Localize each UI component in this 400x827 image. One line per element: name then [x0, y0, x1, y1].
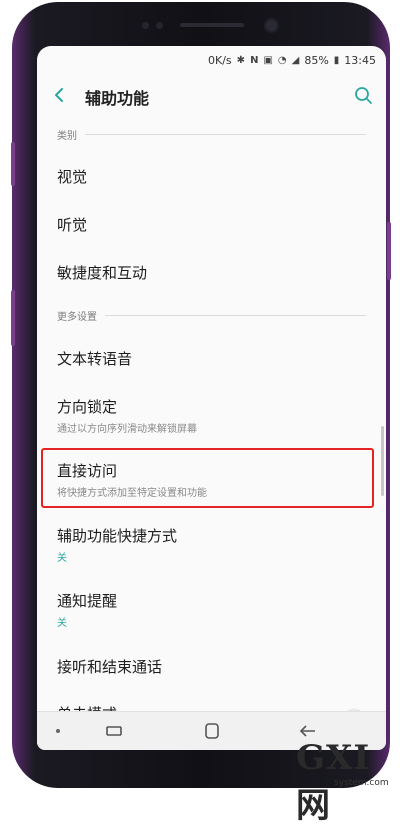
list-item-label: 方向锁定 — [57, 398, 118, 416]
list-item-status: 关 — [57, 553, 67, 564]
list-item-answer-end-calls[interactable]: 接听和结束通话 — [37, 656, 386, 700]
scrollbar[interactable] — [381, 426, 384, 496]
network-speed: 0K/s — [208, 53, 232, 67]
highlight-box — [41, 448, 374, 508]
list-item-direction-lock[interactable]: 方向锁定 通过以方向序列滑动来解锁屏幕 — [37, 396, 386, 446]
signal-icon: ◢ — [291, 54, 300, 66]
nfc-icon: N — [250, 54, 259, 66]
list-item-status: 关 — [57, 618, 67, 629]
list-item-label: 辅助功能快捷方式 — [57, 527, 178, 545]
divider — [105, 314, 366, 316]
list-item-vision[interactable]: 视觉 — [37, 166, 386, 210]
list-item-label: 文本转语音 — [57, 350, 133, 368]
nav-dot — [43, 718, 73, 744]
section-header-more-settings: 更多设置 — [57, 307, 366, 323]
battery-icon: ▮ — [333, 54, 340, 66]
volume-button — [11, 142, 15, 186]
list-item-notification-reminder[interactable]: 通知提醒 关 — [37, 590, 386, 636]
bixby-button — [11, 290, 15, 346]
recent-apps-button[interactable] — [99, 718, 129, 744]
watermark: GXI网 system.com — [296, 738, 396, 826]
back-arrow-icon — [55, 88, 63, 102]
search-button[interactable] — [350, 82, 376, 108]
list-item-label: 视觉 — [57, 168, 88, 186]
sensor — [156, 22, 163, 29]
bluetooth-icon: ✱ — [236, 54, 246, 66]
section-label: 类别 — [57, 130, 77, 142]
power-button — [387, 222, 391, 280]
section-label: 更多设置 — [57, 311, 97, 323]
home-button[interactable] — [197, 718, 227, 744]
app-bar: 辅助功能 — [37, 74, 386, 116]
battery-level: 85% — [304, 53, 329, 67]
sensor — [142, 22, 149, 29]
front-camera — [266, 20, 277, 31]
list-item-label: 通知提醒 — [57, 592, 118, 610]
page-title: 辅助功能 — [85, 89, 150, 108]
list-item-label: 听觉 — [57, 216, 88, 234]
watermark-site: system.com — [334, 778, 389, 788]
list-item-text-to-speech[interactable]: 文本转语音 — [37, 348, 386, 392]
list-item-label: 敏捷度和互动 — [57, 264, 148, 282]
status-bar: 0K/s ✱ N ▣ ◔ ◢ 85% ▮ 13:45 — [37, 46, 386, 74]
recent-apps-icon — [106, 726, 122, 736]
search-icon — [355, 87, 372, 104]
list-item-label: 接听和结束通话 — [57, 658, 163, 676]
list-item-dexterity[interactable]: 敏捷度和互动 — [37, 262, 386, 306]
clock: 13:45 — [344, 53, 376, 67]
list-item-hearing[interactable]: 听觉 — [37, 214, 386, 258]
notification-icon: ▣ — [263, 54, 273, 66]
section-header-category: 类别 — [57, 126, 366, 142]
list-item-accessibility-shortcut[interactable]: 辅助功能快捷方式 关 — [37, 525, 386, 571]
earpiece-speaker — [180, 23, 244, 27]
wifi-icon: ◔ — [277, 54, 287, 66]
list-item-description: 通过以方向序列滑动来解锁屏幕 — [57, 424, 197, 435]
home-icon — [205, 723, 219, 739]
phone-frame: 0K/s ✱ N ▣ ◔ ◢ 85% ▮ 13:45 辅助功能 类别 视觉 听觉… — [11, 2, 391, 788]
back-button[interactable] — [47, 82, 73, 108]
phone-screen: 0K/s ✱ N ▣ ◔ ◢ 85% ▮ 13:45 辅助功能 类别 视觉 听觉… — [37, 46, 386, 750]
divider — [85, 133, 366, 135]
